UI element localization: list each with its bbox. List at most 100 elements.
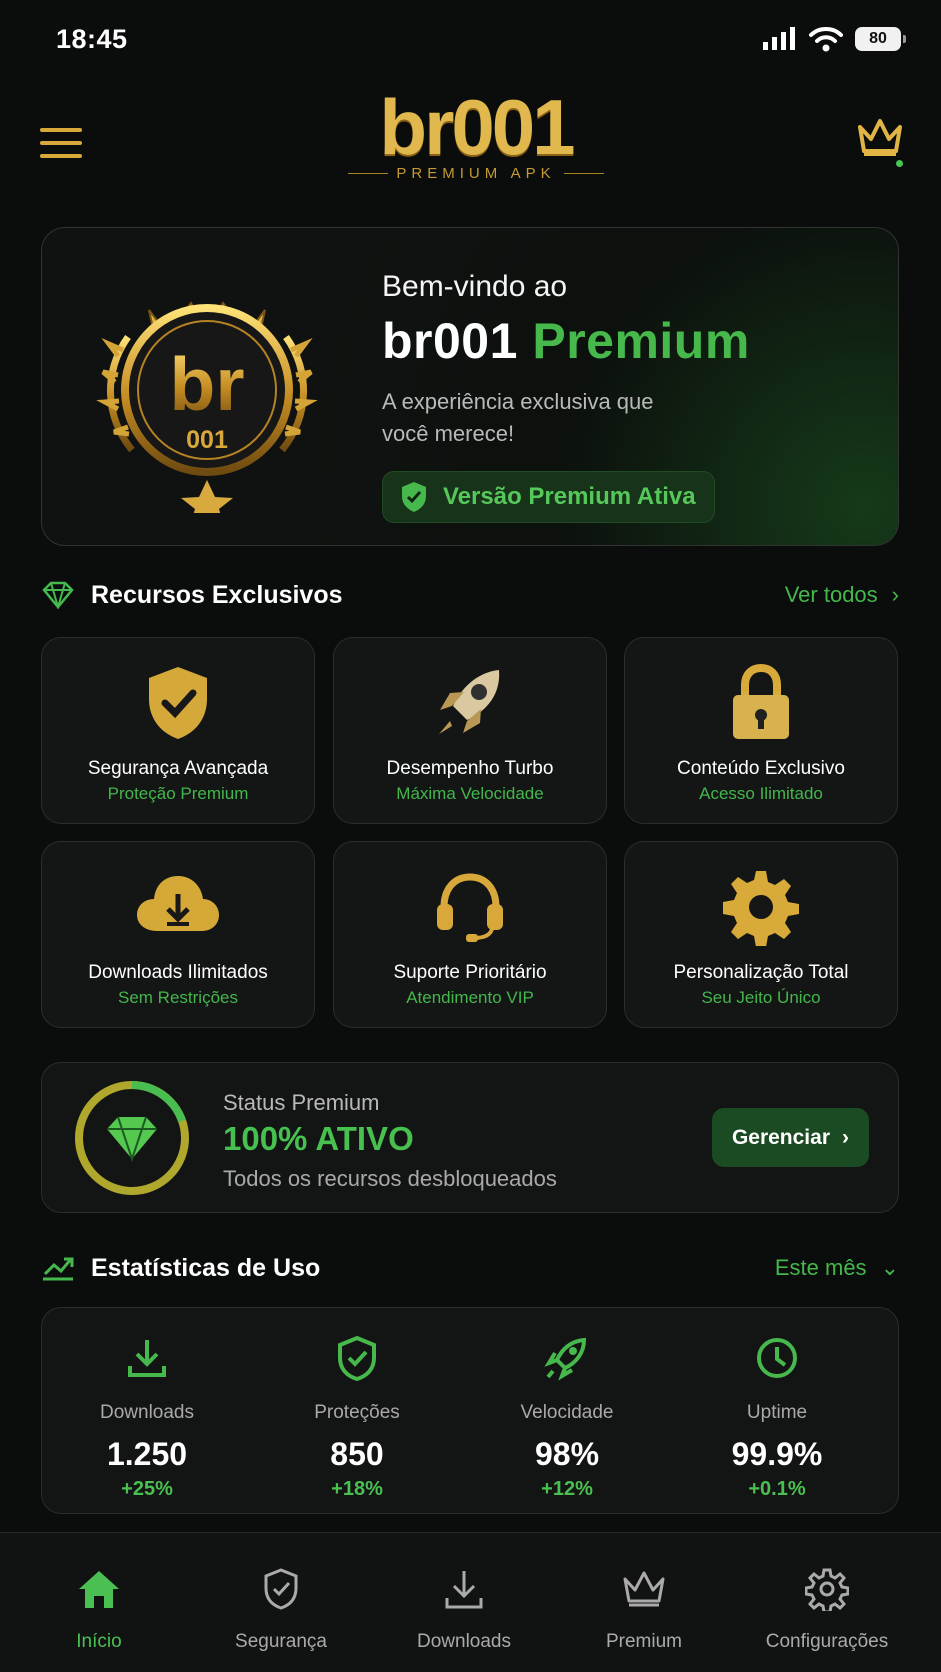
shield-check-icon <box>338 1335 376 1381</box>
hero-title: br001 Premium <box>382 312 750 370</box>
stat-value: 98% <box>534 1436 600 1472</box>
usage-stats-card: Downloads 1.250 +25% Proteções 850 +18% … <box>41 1307 899 1514</box>
shield-check-icon <box>402 482 426 512</box>
lock-icon <box>733 664 789 739</box>
feature-card-customization[interactable]: Personalização Total Seu Jeito Único <box>624 841 898 1028</box>
logo-text: br001 <box>379 83 575 171</box>
hero-title-name: br001 <box>382 313 518 369</box>
chevron-down-icon: ⌄ <box>880 1255 899 1280</box>
feature-subtitle: Proteção Premium <box>107 784 249 803</box>
stat-speed: Velocidade 98% +12% <box>462 1334 672 1501</box>
status-icons: 80 <box>763 26 906 52</box>
stat-label: Velocidade <box>520 1402 614 1423</box>
period-selector-label: Este mês <box>774 1255 867 1280</box>
nav-item-settings[interactable]: Configurações <box>733 1563 921 1653</box>
rocket-icon <box>439 670 500 734</box>
clock-icon <box>757 1338 797 1378</box>
trend-up-icon <box>43 1257 74 1281</box>
online-status-dot <box>894 158 905 169</box>
feature-subtitle: Atendimento VIP <box>406 988 534 1007</box>
status-bar: 18:45 80 <box>0 0 941 84</box>
gear-icon <box>805 1568 849 1611</box>
feature-subtitle: Máxima Velocidade <box>396 784 544 803</box>
period-selector[interactable]: Este mês ⌄ <box>775 1255 899 1281</box>
nav-item-downloads[interactable]: Downloads <box>370 1563 558 1653</box>
rocket-icon <box>544 1337 587 1381</box>
manage-button[interactable]: Gerenciar › <box>711 1108 869 1167</box>
stat-label: Uptime <box>746 1402 808 1423</box>
stat-delta: +25% <box>121 1478 173 1500</box>
premium-progress-ring <box>75 1081 189 1195</box>
diamond-icon <box>42 581 74 609</box>
feature-subtitle: Acesso Ilimitado <box>699 784 823 803</box>
premium-status-value: 100% ATIVO <box>223 1120 414 1157</box>
feature-card-downloads[interactable]: Downloads Ilimitados Sem Restrições <box>41 841 315 1028</box>
feature-title: Personalização Total <box>673 962 849 983</box>
welcome-text: Bem-vindo ao <box>382 270 568 303</box>
welcome-card: br 001 Bem-vindo ao br001 Premium A expe… <box>41 227 899 546</box>
feature-card-security[interactable]: Segurança Avançada Proteção Premium <box>41 637 315 824</box>
download-icon <box>128 1340 166 1377</box>
stat-label: Downloads <box>100 1402 194 1423</box>
stat-label: Proteções <box>314 1402 400 1423</box>
crown-icon[interactable] <box>855 114 905 159</box>
stat-uptime: Uptime 99.9% +0.1% <box>672 1334 882 1501</box>
download-icon <box>445 1571 483 1609</box>
bottom-navigation: Início Segurança Downloads Premium Confi… <box>0 1532 941 1672</box>
stats-title: Estatísticas de Uso <box>91 1253 321 1282</box>
premium-status-description: Todos os recursos desbloqueados <box>223 1166 557 1191</box>
feature-title: Suporte Prioritário <box>393 962 547 983</box>
app-logo: br001 PREMIUM APK <box>345 84 607 182</box>
hero-title-accent: Premium <box>532 313 750 369</box>
stat-value: 850 <box>330 1436 384 1472</box>
feature-subtitle: Seu Jeito Único <box>701 988 821 1007</box>
crown-icon <box>623 1571 665 1607</box>
hero-description: A experiência exclusiva que você merece! <box>382 389 654 446</box>
nav-label: Premium <box>605 1631 682 1652</box>
nav-item-premium[interactable]: Premium <box>550 1563 738 1653</box>
feature-card-content[interactable]: Conteúdo Exclusivo Acesso Ilimitado <box>624 637 898 824</box>
stat-delta: +12% <box>541 1478 593 1500</box>
wifi-icon <box>809 27 843 52</box>
nav-item-home[interactable]: Início <box>5 1563 193 1653</box>
premium-status-text: Versão Premium Ativa <box>443 483 696 510</box>
nav-label: Configurações <box>765 1631 889 1652</box>
menu-button[interactable] <box>40 128 82 162</box>
nav-label: Downloads <box>417 1631 511 1652</box>
manage-button-label: Gerenciar <box>731 1125 830 1149</box>
feature-card-support[interactable]: Suporte Prioritário Atendimento VIP <box>333 841 607 1028</box>
chevron-right-icon: › <box>842 1125 849 1149</box>
feature-subtitle: Sem Restrições <box>118 988 238 1007</box>
shield-check-icon <box>264 1568 298 1610</box>
stat-value: 1.250 <box>106 1436 188 1472</box>
stat-downloads: Downloads 1.250 +25% <box>42 1334 252 1501</box>
cloud-download-icon <box>137 876 219 931</box>
feature-card-performance[interactable]: Desempenho Turbo Máxima Velocidade <box>333 637 607 824</box>
features-header: Recursos Exclusivos Ver todos › <box>41 575 899 615</box>
app-header: br001 PREMIUM APK <box>0 84 941 204</box>
premium-status-label: Status Premium <box>223 1090 380 1115</box>
feature-title: Conteúdo Exclusivo <box>677 758 845 779</box>
signal-icon <box>763 27 795 50</box>
feature-title: Downloads Ilimitados <box>88 962 268 983</box>
home-icon <box>79 1571 119 1608</box>
status-time: 18:45 <box>56 24 128 54</box>
stat-value: 99.9% <box>731 1436 823 1472</box>
nav-label: Início <box>76 1631 122 1652</box>
stats-header: Estatísticas de Uso Este mês ⌄ <box>41 1248 899 1288</box>
premium-status-pill: Versão Premium Ativa <box>382 471 715 523</box>
nav-label: Segurança <box>235 1631 327 1652</box>
battery-indicator: 80 <box>855 27 906 51</box>
headset-icon <box>437 873 503 942</box>
features-title: Recursos Exclusivos <box>91 580 343 609</box>
view-all-label: Ver todos <box>784 582 878 607</box>
feature-title: Desempenho Turbo <box>386 758 554 779</box>
view-all-link[interactable]: Ver todos › <box>785 582 899 608</box>
chevron-right-icon: › <box>891 582 899 607</box>
shield-check-icon <box>149 667 207 739</box>
stat-delta: +0.1% <box>748 1478 806 1500</box>
svg-text:001: 001 <box>186 426 228 454</box>
svg-text:br: br <box>170 342 245 426</box>
nav-item-security[interactable]: Segurança <box>187 1563 375 1653</box>
gear-icon <box>723 871 799 946</box>
